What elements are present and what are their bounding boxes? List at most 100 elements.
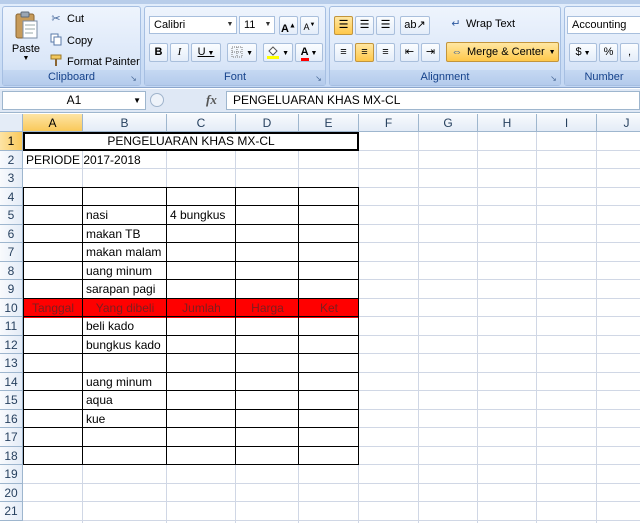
column-header-e[interactable]: E [299,114,359,132]
font-name-select[interactable]: Calibri ▼ [149,16,237,34]
row-header-1[interactable]: 1 [0,132,23,151]
column-header-i[interactable]: I [537,114,597,132]
chevron-down-icon: ▼ [226,21,234,28]
table-header-cell[interactable]: Yang dibeli [83,299,167,318]
merge-center-button[interactable]: ⇔ Merge & Center ▼ [446,42,559,62]
underline-button[interactable]: U ▼ [191,43,221,62]
row-header-20[interactable]: 20 [0,483,23,502]
column-header-a[interactable]: A [23,114,83,132]
row-header-4[interactable]: 4 [0,187,23,206]
row-header-21[interactable]: 21 [0,502,23,521]
row-header-3[interactable]: 3 [0,169,23,188]
table-header-cell[interactable]: Ket [299,299,359,318]
table-row-item[interactable]: uang minum [84,373,152,392]
table-row-item[interactable]: kue [84,410,105,429]
column-header-h[interactable]: H [478,114,537,132]
format-painter-button[interactable]: Format Painter [49,54,140,70]
title-cell-a1[interactable]: PENGELUARAN KHAS MX-CL [23,132,359,151]
select-all-button[interactable] [0,114,23,132]
number-group-label: Number [565,70,640,85]
table-row-item[interactable]: bungkus kado [84,336,161,355]
wrap-text-button[interactable]: ↵ Wrap Text [448,17,515,31]
row-header-10[interactable]: 10 [0,298,23,317]
number-format-select[interactable]: Accounting [567,16,640,34]
table-header-cell[interactable]: Jumlah [167,299,236,318]
paste-button[interactable]: Paste ▼ [7,11,45,69]
column-header-j[interactable]: J [597,114,640,132]
row-header-2[interactable]: 2 [0,150,23,169]
column-header-c[interactable]: C [167,114,236,132]
copy-icon [49,33,63,49]
formula-value: PENGELUARAN KHAS MX-CL [233,93,401,107]
column-header-g[interactable]: G [419,114,478,132]
row-header-7[interactable]: 7 [0,243,23,262]
row-header-19[interactable]: 19 [0,465,23,484]
formula-input[interactable]: PENGELUARAN KHAS MX-CL [226,91,640,110]
row-header-11[interactable]: 11 [0,317,23,336]
fx-button[interactable]: fx [206,92,217,108]
copy-button[interactable]: Copy [49,33,93,49]
formula-bar-handle-icon[interactable] [150,93,164,107]
row-header-13[interactable]: 13 [0,354,23,373]
column-header-b[interactable]: B [83,114,167,132]
align-left-button[interactable]: ≡ [334,43,353,62]
table-border [23,242,359,243]
worksheet-grid[interactable]: A B C D E F G H I J 1 2 3 4 5 6 7 8 9 10 11 12 13 14 15 16 17 18 19 2… [0,114,640,523]
row-header-12[interactable]: 12 [0,335,23,354]
dialog-launcher-icon[interactable]: ↘ [314,74,323,83]
orientation-button[interactable]: ab↗ [400,16,430,35]
align-right-button[interactable]: ≡ [376,43,395,62]
italic-button[interactable]: I [170,43,189,62]
align-bottom-button[interactable]: ☰ [376,16,395,35]
fill-color-button[interactable]: ▼ [263,43,293,62]
row-header-6[interactable]: 6 [0,224,23,243]
row-header-18[interactable]: 18 [0,446,23,465]
table-row-item[interactable]: sarapan pagi [84,280,155,299]
table-border [23,260,359,262]
dialog-launcher-icon[interactable]: ↘ [549,74,558,83]
column-header-d[interactable]: D [236,114,299,132]
row-header-17[interactable]: 17 [0,428,23,447]
comma-style-button[interactable]: , [620,43,639,62]
font-size-select[interactable]: 11 ▼ [239,16,275,34]
table-header-cell[interactable]: Harga [236,299,299,318]
dialog-launcher-icon[interactable]: ↘ [129,74,138,83]
grow-font-button[interactable]: A▲ [279,16,298,35]
currency-button[interactable]: $ ▼ [569,43,597,62]
table-row-item[interactable]: beli kado [84,317,134,336]
align-left-icon: ≡ [340,46,347,58]
table-row-item[interactable]: aqua [84,391,113,410]
table-border [23,427,359,428]
table-row-item[interactable]: nasi [84,206,108,225]
name-box[interactable]: A1 ▼ [2,91,146,110]
bold-button[interactable]: B [149,43,168,62]
table-row-quantity[interactable]: 4 bungkus [168,206,225,225]
table-row-item[interactable]: makan malam [84,243,161,262]
table-row-item[interactable]: uang minum [84,262,152,281]
align-center-button[interactable]: ≡ [355,43,374,62]
percent-button[interactable]: % [599,43,618,62]
row-header-16[interactable]: 16 [0,409,23,428]
increase-indent-button[interactable]: ⇥ [421,43,440,62]
table-border [23,353,359,354]
borders-button[interactable]: ▼ [227,43,257,62]
decrease-indent-button[interactable]: ⇤ [400,43,419,62]
cut-button[interactable]: ✂ Cut [49,12,84,26]
shrink-font-button[interactable]: A▼ [300,16,319,35]
row-header-9[interactable]: 9 [0,280,23,299]
font-color-button[interactable]: A ▼ [295,43,323,62]
clipboard-group: Paste ▼ ✂ Cut Copy Format Painter Clipbo… [2,6,141,86]
row-header-14[interactable]: 14 [0,372,23,391]
column-header-f[interactable]: F [359,114,419,132]
align-top-button[interactable]: ☰ [334,16,353,35]
align-middle-button[interactable]: ☰ [355,16,374,35]
row-header-15[interactable]: 15 [0,391,23,410]
table-border [358,186,359,465]
period-cell-a2[interactable]: PERIODE 2017-2018 [24,151,141,170]
ribbon-tab-strip [0,0,640,4]
table-row-item[interactable]: makan TB [84,225,140,244]
wrap-text-icon: ↵ [451,18,461,30]
row-header-8[interactable]: 8 [0,261,23,280]
row-header-5[interactable]: 5 [0,206,23,225]
table-header-cell[interactable]: Tanggal [23,299,83,318]
